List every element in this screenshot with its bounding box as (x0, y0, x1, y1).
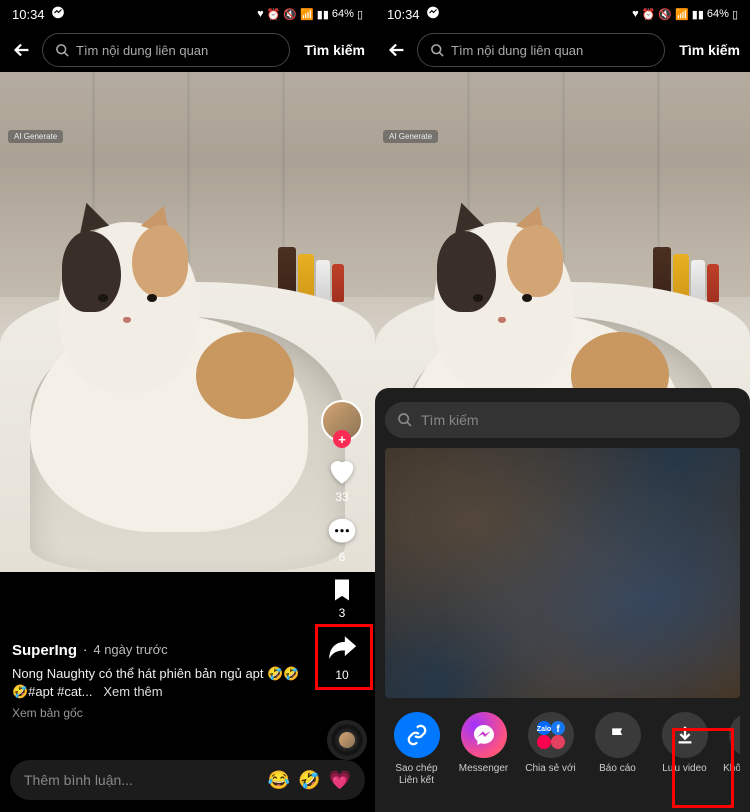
share-sheet: Tìm kiếm Sao chép Liên kết Messenger Zal… (375, 388, 750, 812)
search-placeholder: Tìm nội dung liên quan (76, 43, 208, 58)
signal-icon: ▮▮ (317, 8, 329, 21)
search-action[interactable]: Tìm kiếm (304, 42, 365, 58)
search-pill[interactable]: Tìm nội dung liên quan (417, 33, 665, 67)
see-more-link[interactable]: Xem thêm (103, 684, 162, 699)
share-search-placeholder: Tìm kiếm (421, 412, 479, 428)
tutorial-highlight-save (672, 728, 734, 808)
heart-status-icon: ♥ (632, 8, 639, 20)
copy-link-label: Sao chép Liên kết (387, 763, 446, 786)
sound-disc[interactable] (327, 720, 367, 760)
ai-generate-badge: AI Generate (8, 130, 63, 143)
status-bar: 10:34 ♥ ⏰ 🔇 📶 ▮▮ 64% ▯ (375, 0, 750, 28)
creator-avatar[interactable]: + (321, 400, 363, 442)
tutorial-highlight-share (315, 624, 373, 690)
separator: · (83, 641, 87, 659)
top-nav: Tìm nội dung liên quan Tìm kiếm (0, 28, 375, 72)
battery-percent: 64% (707, 8, 729, 20)
battery-icon: ▯ (357, 8, 363, 21)
like-button[interactable]: 33 (325, 454, 359, 504)
tiktok-video-screen: 10:34 ♥ ⏰ 🔇 📶 ▮▮ 64% ▯ Tìm nội dung liên… (0, 0, 375, 812)
share-contacts-grid[interactable] (385, 448, 740, 698)
top-nav: Tìm nội dung liên quan Tìm kiếm (375, 28, 750, 72)
copy-link-button[interactable]: Sao chép Liên kết (387, 712, 446, 786)
search-icon (397, 412, 413, 428)
report-label: Báo cáo (599, 763, 636, 775)
link-icon (394, 712, 440, 758)
emoji-laugh2[interactable]: 🤣 (298, 770, 320, 791)
comment-input-placeholder: Thêm bình luận... (24, 772, 260, 788)
flag-icon (595, 712, 641, 758)
back-button[interactable] (10, 38, 34, 62)
messenger-status-icon (51, 6, 65, 23)
comment-button[interactable]: 6 (326, 516, 358, 564)
svg-text:Zalo: Zalo (536, 726, 550, 733)
follow-plus-icon[interactable]: + (333, 430, 351, 448)
share-with-label: Chia sẻ với (525, 763, 575, 775)
search-action[interactable]: Tìm kiếm (679, 42, 740, 58)
bookmark-button[interactable]: 3 (328, 576, 356, 620)
messenger-button[interactable]: Messenger (454, 712, 513, 786)
share-search-input[interactable]: Tìm kiếm (385, 402, 740, 438)
messenger-label: Messenger (459, 763, 508, 775)
battery-percent: 64% (332, 8, 354, 20)
alarm-icon: ⏰ (642, 8, 656, 21)
wifi-icon: 📶 (300, 8, 314, 21)
creator-username[interactable]: SuperIng (12, 640, 77, 661)
search-icon (430, 43, 445, 58)
comment-bar[interactable]: Thêm bình luận... 😂 🤣 💗 (10, 760, 365, 800)
heart-status-icon: ♥ (257, 8, 264, 20)
back-button[interactable] (385, 38, 409, 62)
caption-area: SuperIng · 4 ngày trước Nong Naughty có … (12, 640, 305, 722)
messenger-icon (461, 712, 507, 758)
status-bar: 10:34 ♥ ⏰ 🔇 📶 ▮▮ 64% ▯ (0, 0, 375, 28)
like-count: 33 (335, 490, 348, 504)
tiktok-share-screen: 10:34 ♥ ⏰ 🔇 📶 ▮▮ 64% ▯ Tìm nội dung liên… (375, 0, 750, 812)
battery-icon: ▯ (732, 8, 738, 21)
heart-icon (325, 454, 359, 488)
messenger-status-icon (426, 6, 440, 23)
report-button[interactable]: Báo cáo (588, 712, 647, 786)
bookmark-count: 3 (339, 606, 346, 620)
ai-generate-badge: AI Generate (383, 130, 438, 143)
mute-icon: 🔇 (658, 8, 672, 21)
bookmark-icon (328, 576, 356, 604)
status-time: 10:34 (12, 7, 45, 22)
emoji-heart[interactable]: 💗 (329, 770, 351, 791)
mute-icon: 🔇 (283, 8, 297, 21)
emoji-laugh1[interactable]: 😂 (268, 770, 290, 791)
share-with-button[interactable]: Zalof Chia sẻ với (521, 712, 580, 786)
search-placeholder: Tìm nội dung liên quan (451, 43, 583, 58)
status-time: 10:34 (387, 7, 420, 22)
share-with-icon: Zalof (528, 712, 574, 758)
search-pill[interactable]: Tìm nội dung liên quan (42, 33, 290, 67)
post-time: 4 ngày trước (93, 641, 167, 659)
wifi-icon: 📶 (675, 8, 689, 21)
comment-icon (326, 516, 358, 548)
signal-icon: ▮▮ (692, 8, 704, 21)
search-icon (55, 43, 70, 58)
see-original-link[interactable]: Xem bản gốc (12, 705, 305, 722)
alarm-icon: ⏰ (267, 8, 281, 21)
comment-count: 6 (339, 550, 346, 564)
